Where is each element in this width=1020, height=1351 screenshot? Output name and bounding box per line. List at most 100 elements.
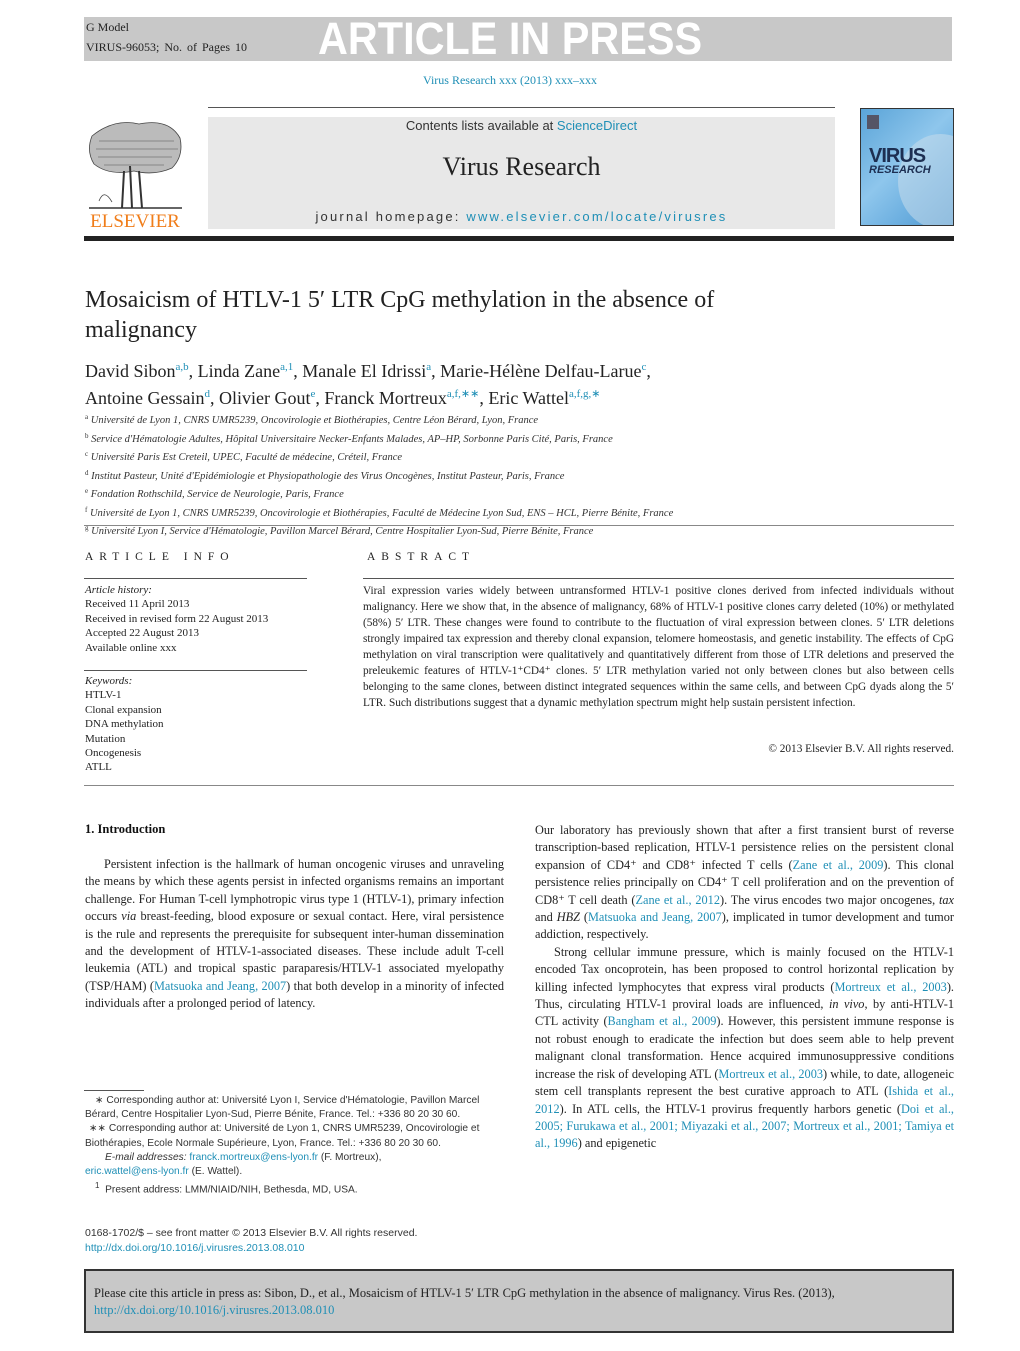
text-run: ) and epigenetic: [577, 1136, 657, 1151]
affiliation-item: e Fondation Rothschild, Service de Neuro…: [85, 487, 344, 500]
keyword: Clonal expansion: [85, 703, 162, 716]
affiliation-key: b: [85, 431, 89, 440]
affiliation-list: a Université de Lyon 1, CNRS UMR5239, On…: [85, 410, 945, 540]
keyword: ATLL: [85, 761, 112, 774]
page-count: No. of Pages 10: [164, 40, 248, 54]
footnote-mark: 1: [95, 1181, 100, 1191]
contents-availability: Contents lists available at ScienceDirec…: [208, 118, 835, 133]
email-owner: (F. Mortreux),: [318, 1151, 382, 1163]
header-thick-rule: [84, 236, 954, 241]
author-affiliation-marks[interactable]: a,f,g,∗: [569, 388, 601, 400]
history-accepted: Accepted 22 August 2013: [85, 627, 199, 640]
email-link-mortreux[interactable]: franck.mortreux@ens-lyon.fr: [189, 1152, 318, 1163]
body-column-left: Persistent infection is the hallmark of …: [85, 856, 504, 1013]
history-label: Article history:: [85, 584, 152, 596]
keyword: Oncogenesis: [85, 747, 142, 760]
email-link-wattel[interactable]: eric.wattel@ens-lyon.fr: [85, 1166, 189, 1177]
model-label: G Model: [86, 20, 129, 34]
email-label: E-mail addresses:: [105, 1151, 187, 1163]
text-run: and: [535, 910, 557, 925]
article-status-title: ARTICLE IN PRESS: [318, 13, 703, 64]
reference-link[interactable]: Zane et al., 2009: [793, 858, 884, 872]
author-name: Antoine Gessain: [85, 388, 205, 408]
reference-link[interactable]: Mortreux et al., 2003: [718, 1067, 823, 1081]
cover-publisher-icon: [867, 115, 879, 129]
cite-doi-link[interactable]: http://dx.doi.org/10.1016/j.virusres.201…: [94, 1303, 334, 1317]
italic-term: tax: [938, 892, 954, 907]
reference-link[interactable]: Matsuoka and Jeang, 2007: [154, 979, 286, 993]
author-affiliation-marks[interactable]: e: [310, 388, 315, 400]
body-column-right: Our laboratory has previously shown that…: [535, 822, 954, 1153]
reference-link[interactable]: Zane et al., 2012: [635, 893, 719, 907]
affiliation-item: b Service d'Hématologie Adultes, Hôpital…: [85, 431, 613, 445]
article-history: Article history: Received 11 April 2013 …: [85, 583, 268, 655]
history-online: Available online xxx: [85, 641, 177, 654]
homepage-prefix: journal homepage:: [315, 209, 467, 224]
author-affiliation-marks[interactable]: a,f,∗∗: [447, 388, 479, 400]
keyword: DNA methylation: [85, 718, 164, 731]
author-affiliation-marks[interactable]: a,b: [176, 361, 189, 373]
author-affiliation-marks[interactable]: c: [642, 361, 647, 373]
footnote-emails: E-mail addresses: franck.mortreux@ens-ly…: [85, 1151, 505, 1179]
sciencedirect-link[interactable]: ScienceDirect: [557, 118, 637, 133]
author-affiliation-marks[interactable]: a: [426, 361, 431, 373]
header-rule: [208, 107, 835, 108]
footnote-present-address: 1 Present address: LMM/NIAID/NIH, Bethes…: [85, 1179, 505, 1198]
affiliation-key: e: [85, 487, 89, 495]
intro-paragraph-2: Our laboratory has previously shown that…: [535, 822, 954, 944]
abstract-copyright: © 2013 Elsevier B.V. All rights reserved…: [768, 743, 954, 755]
article-title: Mosaicism of HTLV-1 5′ LTR CpG methylati…: [85, 287, 715, 343]
reference-link[interactable]: Bangham et al., 2009: [608, 1014, 717, 1028]
front-matter: 0168-1702/$ – see front matter © 2013 El…: [85, 1226, 505, 1255]
elsevier-logo[interactable]: ELSEVIER: [84, 116, 186, 232]
abstract-text: Viral expression varies widely between u…: [363, 585, 954, 709]
italic-term: in vivo: [828, 997, 865, 1012]
affiliation-item: a Université de Lyon 1, CNRS UMR5239, On…: [85, 413, 539, 426]
text-run: ). In ATL cells, the HTLV-1 provirus fre…: [559, 1101, 901, 1116]
reference-link[interactable]: Matsuoka and Jeang, 2007: [588, 910, 722, 924]
history-received: Received 11 April 2013: [85, 598, 190, 611]
keywords-label: Keywords:: [85, 675, 133, 687]
keyword: Mutation: [85, 732, 126, 745]
author-affiliation-marks[interactable]: a,1: [280, 361, 293, 373]
doi-link[interactable]: http://dx.doi.org/10.1016/j.virusres.201…: [85, 1242, 304, 1254]
italic-term: via: [121, 909, 137, 924]
article-id: VIRUS-96053;: [86, 40, 160, 54]
affiliation-key: f: [85, 505, 88, 514]
abstract-rule: [363, 578, 954, 579]
affiliation-key: c: [85, 450, 89, 458]
journal-citation-line[interactable]: Virus Research xxx (2013) xxx–xxx: [0, 73, 1020, 88]
journal-homepage-link[interactable]: www.elsevier.com/locate/virusres: [466, 209, 727, 224]
italic-term: HBZ: [556, 910, 580, 925]
footnotes: ∗ Corresponding author at: Université Ly…: [85, 1094, 505, 1198]
author-name: Franck Mortreux: [324, 388, 447, 408]
article-info-rule: [84, 578, 307, 579]
affiliation-key: a: [85, 413, 89, 421]
affiliation-item: d Institut Pasteur, Unité d'Epidémiologi…: [85, 468, 565, 482]
text-run: ). The virus encodes two major oncogenes…: [719, 892, 939, 907]
citation-text: Please cite this article in press as: Si…: [94, 1286, 835, 1300]
elsevier-wordmark: ELSEVIER: [90, 211, 180, 230]
journal-cover-image[interactable]: VIRUS RESEARCH: [860, 108, 954, 226]
intro-paragraph-1: Persistent infection is the hallmark of …: [85, 856, 504, 1013]
keywords-list: Keywords: HTLV-1 Clonal expansion DNA me…: [85, 674, 164, 775]
journal-homepage: journal homepage: www.elsevier.com/locat…: [208, 209, 835, 224]
reference-link[interactable]: Mortreux et al., 2003: [834, 980, 946, 994]
intro-paragraph-3: Strong cellular immune pressure, which i…: [535, 944, 954, 1153]
author-affiliation-marks[interactable]: d: [204, 388, 210, 400]
footnote-corresponding-1: ∗ Corresponding author at: Université Ly…: [85, 1095, 480, 1121]
history-revised: Received in revised form 22 August 2013: [85, 612, 269, 625]
author-name: Eric Wattel: [488, 388, 570, 408]
keyword: HTLV-1: [85, 689, 122, 702]
journal-name: Virus Research: [442, 152, 601, 181]
author-list: David Sibona,b, Linda Zanea,1, Manale El…: [85, 361, 651, 408]
section-heading-introduction: 1. Introduction: [85, 822, 166, 836]
footnote-rule: [84, 1090, 144, 1091]
text-run: (: [579, 910, 588, 925]
email-owner: (E. Wattel).: [188, 1166, 243, 1178]
affiliation-key: d: [85, 468, 89, 477]
author-name: Olivier Gout: [218, 388, 311, 408]
article-info-heading: ARTICLE INFO: [85, 551, 235, 563]
abstract-bottom-rule: [84, 785, 954, 786]
author-name: Manale El Idrissi: [302, 361, 427, 381]
